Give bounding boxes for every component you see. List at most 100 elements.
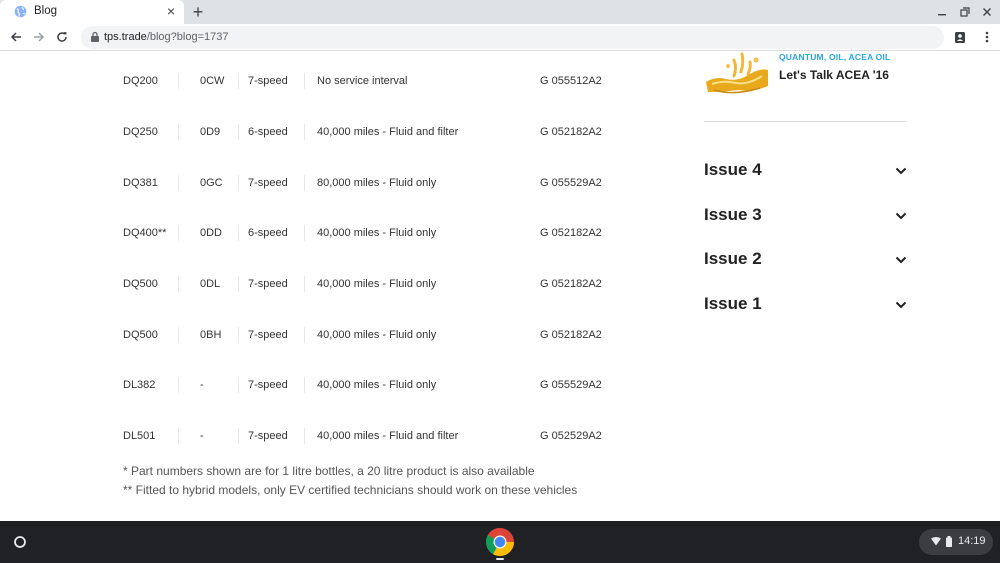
column-divider <box>178 73 179 89</box>
issue-label: Issue 2 <box>704 249 762 268</box>
url-text[interactable]: tps.trade/blog?blog=1737 <box>104 31 228 43</box>
part-cell: G 055529A2 <box>540 177 602 189</box>
service-cell: 80,000 miles - Fluid only <box>317 177 437 189</box>
chevron-down-icon <box>895 256 907 264</box>
column-divider <box>304 276 305 292</box>
issue-accordion-1[interactable]: Issue 1 <box>704 294 909 318</box>
launcher-button[interactable] <box>8 530 32 554</box>
profile-icon[interactable] <box>952 29 968 45</box>
speed-cell: 7-speed <box>248 329 288 341</box>
issue-label: Issue 1 <box>704 294 762 313</box>
service-cell: 40,000 miles - Fluid only <box>317 227 437 239</box>
model-cell: DQ500 <box>123 329 158 341</box>
issue-accordion-2[interactable]: Issue 2 <box>704 249 909 273</box>
column-divider <box>238 124 239 140</box>
back-arrow-icon[interactable] <box>8 29 24 45</box>
column-divider <box>304 225 305 241</box>
footnote-hybrid: ** Fitted to hybrid models, only EV cert… <box>123 483 578 497</box>
column-divider <box>304 124 305 140</box>
service-cell: 40,000 miles - Fluid and filter <box>317 430 459 442</box>
code-cell: 0CW <box>200 75 225 87</box>
chrome-app-icon[interactable] <box>485 527 515 557</box>
code-cell: 0DD <box>200 227 223 239</box>
table-row: DQ200 0CW 7-speed No service interval G … <box>0 73 660 95</box>
column-divider <box>304 377 305 393</box>
table-row: DQ381 0GC 7-speed 80,000 miles - Fluid o… <box>0 175 660 197</box>
os-shelf: 14:19 <box>0 521 1000 563</box>
speed-cell: 7-speed <box>248 75 288 87</box>
table-row: DQ250 0D9 6-speed 40,000 miles - Fluid a… <box>0 124 660 146</box>
code-cell: 0D9 <box>200 126 221 138</box>
column-divider <box>304 327 305 343</box>
code-cell: - <box>200 379 204 391</box>
table-row: DQ500 0DL 7-speed 40,000 miles - Fluid o… <box>0 276 660 298</box>
part-cell: G 052182A2 <box>540 126 602 138</box>
sidebar-divider <box>704 121 907 122</box>
column-divider <box>178 327 179 343</box>
column-divider <box>238 428 239 444</box>
column-divider <box>238 225 239 241</box>
column-divider <box>178 225 179 241</box>
part-cell: G 055512A2 <box>540 75 602 87</box>
post-thumbnail[interactable] <box>704 52 770 98</box>
post-tags[interactable]: QUANTUM, OIL, ACEA OIL <box>779 52 890 62</box>
part-cell: G 052182A2 <box>540 329 602 341</box>
part-cell: G 052529A2 <box>540 430 602 442</box>
app-running-indicator <box>496 558 504 560</box>
post-title-link[interactable]: Let's Talk ACEA '16 <box>779 68 889 82</box>
model-cell: DQ200 <box>123 75 158 87</box>
column-divider <box>238 175 239 191</box>
lock-icon[interactable] <box>89 31 101 43</box>
service-cell: 40,000 miles - Fluid only <box>317 379 437 391</box>
issue-label: Issue 4 <box>704 160 762 179</box>
model-cell: DL382 <box>123 379 156 391</box>
issue-accordion-3[interactable]: Issue 3 <box>704 205 909 229</box>
code-cell: 0BH <box>200 329 222 341</box>
tab-title: Blog <box>34 5 58 17</box>
column-divider <box>238 327 239 343</box>
new-tab-button[interactable]: + <box>188 0 208 24</box>
column-divider <box>304 428 305 444</box>
reload-icon[interactable] <box>54 29 70 45</box>
address-bar[interactable]: tps.trade/blog?blog=1737 <box>81 26 944 49</box>
tab-strip: Blog × + <box>0 0 1000 24</box>
speed-cell: 7-speed <box>248 379 288 391</box>
part-cell: G 055529A2 <box>540 379 602 391</box>
service-cell: 40,000 miles - Fluid only <box>317 329 437 341</box>
favicon-globe-icon <box>14 5 27 18</box>
code-cell: 0DL <box>200 278 221 290</box>
tab-blog[interactable]: Blog × <box>0 0 184 24</box>
close-window-icon[interactable] <box>979 4 995 20</box>
column-divider <box>178 175 179 191</box>
chevron-down-icon <box>895 167 907 175</box>
service-cell: No service interval <box>317 75 408 87</box>
part-cell: G 052182A2 <box>540 227 602 239</box>
column-divider <box>238 377 239 393</box>
status-tray[interactable]: 14:19 <box>919 529 993 555</box>
tab-close-icon[interactable]: × <box>163 3 179 19</box>
column-divider <box>178 377 179 393</box>
minimize-icon[interactable] <box>934 4 950 20</box>
column-divider <box>178 124 179 140</box>
menu-dots-icon[interactable] <box>979 29 995 45</box>
issue-accordion-4[interactable]: Issue 4 <box>704 160 909 184</box>
model-cell: DQ381 <box>123 177 158 189</box>
column-divider <box>304 175 305 191</box>
model-cell: DL501 <box>123 430 156 442</box>
table-row: DL382 - 7-speed 40,000 miles - Fluid onl… <box>0 377 660 399</box>
restore-icon[interactable] <box>957 4 973 20</box>
service-cell: 40,000 miles - Fluid and filter <box>317 126 459 138</box>
forward-arrow-icon[interactable] <box>31 29 47 45</box>
speed-cell: 7-speed <box>248 278 288 290</box>
code-cell: 0GC <box>200 177 223 189</box>
column-divider <box>178 428 179 444</box>
column-divider <box>238 276 239 292</box>
table-row: DL501 - 7-speed 40,000 miles - Fluid and… <box>0 428 660 450</box>
launcher-circle-icon <box>14 536 26 548</box>
service-cell: 40,000 miles - Fluid only <box>317 278 437 290</box>
clock: 14:19 <box>958 535 986 547</box>
model-cell: DQ400** <box>123 227 167 239</box>
battery-icon <box>946 536 952 547</box>
chevron-down-icon <box>895 301 907 309</box>
issue-label: Issue 3 <box>704 205 762 224</box>
